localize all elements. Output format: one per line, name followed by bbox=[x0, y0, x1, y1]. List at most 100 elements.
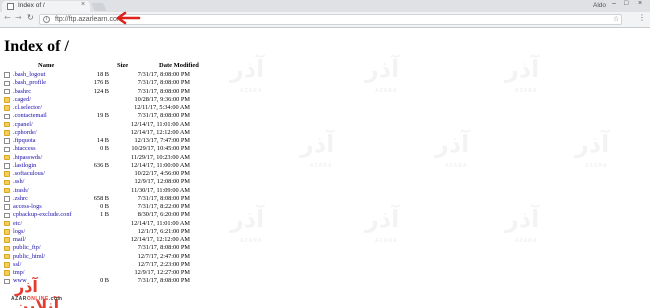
file-date: 12/1/17, 6:21:00 PM bbox=[137, 227, 190, 235]
file-size: 658 B bbox=[93, 194, 109, 202]
table-row: .caged/10/28/17, 9:36:00 PM bbox=[0, 96, 650, 104]
page-icon bbox=[7, 3, 14, 10]
table-row: .ftpquota 14 B 12/13/17, 7:47:00 PM bbox=[0, 137, 650, 145]
browser-tab[interactable]: Index of / × bbox=[2, 1, 90, 12]
file-size: 176 B bbox=[93, 79, 109, 87]
file-date: 11/29/17, 10:23:00 AM bbox=[130, 153, 190, 161]
column-header-date[interactable]: Date Modified bbox=[159, 62, 199, 69]
file-date: 7/31/17, 8:08:00 PM bbox=[137, 87, 190, 95]
file-link[interactable]: .zshrc bbox=[13, 195, 28, 203]
file-link[interactable]: public_ftp/ bbox=[13, 244, 41, 252]
folder-icon bbox=[4, 154, 10, 161]
table-row: tmp/12/9/17, 12:27:00 PM bbox=[0, 269, 650, 277]
file-link[interactable]: cpbackup-exclude.conf bbox=[13, 211, 72, 219]
minimize-icon[interactable]: – bbox=[612, 0, 616, 7]
table-row: .cl.selector/12/11/17, 5:34:00 AM bbox=[0, 104, 650, 112]
file-link[interactable]: .contactemail bbox=[13, 112, 47, 120]
file-icon bbox=[4, 88, 10, 95]
column-header-name[interactable]: Name bbox=[38, 62, 54, 69]
file-size: 18 B bbox=[96, 71, 109, 78]
file-date: 12/14/17, 12:12:00 AM bbox=[130, 236, 190, 243]
close-tab-icon[interactable]: × bbox=[81, 1, 85, 8]
file-icon bbox=[4, 196, 10, 202]
file-size: 636 B bbox=[93, 161, 109, 169]
file-link[interactable]: .bashrc bbox=[13, 88, 31, 96]
menu-icon[interactable]: ⋮ bbox=[638, 13, 646, 22]
table-row: .contactemail 19 B 7/31/17, 8:08:00 PM bbox=[0, 112, 650, 120]
file-link[interactable]: ssl/ bbox=[13, 261, 21, 269]
file-date: 12/14/17, 11:01:00 AM bbox=[130, 120, 190, 128]
file-icon bbox=[4, 113, 10, 120]
file-link[interactable]: logs/ bbox=[13, 228, 25, 236]
file-link[interactable]: .htaccess bbox=[13, 145, 36, 153]
folder-icon bbox=[4, 245, 10, 252]
folder-icon bbox=[4, 179, 10, 186]
table-row: .trash/11/30/17, 11:09:00 AM bbox=[0, 187, 650, 195]
folder-icon bbox=[4, 187, 10, 194]
file-date: 12/13/17, 7:47:00 PM bbox=[134, 137, 190, 144]
file-link[interactable]: .cphorde/ bbox=[13, 129, 37, 137]
table-row: www 0 B 7/31/17, 8:08:00 PM bbox=[0, 277, 650, 285]
table-row: public_html/12/7/17, 2:47:00 PM bbox=[0, 253, 650, 261]
file-icon bbox=[4, 138, 10, 144]
file-size: 19 B bbox=[96, 112, 109, 120]
file-icon bbox=[4, 80, 10, 87]
new-tab-button[interactable] bbox=[91, 3, 107, 11]
file-link[interactable]: .htpasswds/ bbox=[13, 154, 42, 162]
folder-icon bbox=[4, 171, 10, 177]
file-link[interactable]: .ssh/ bbox=[13, 178, 24, 186]
bookmark-star-icon[interactable]: ☆ bbox=[613, 15, 619, 23]
table-row: .cpanel/12/14/17, 11:01:00 AM bbox=[0, 121, 650, 129]
file-date: 11/30/17, 11:09:00 AM bbox=[131, 186, 190, 194]
file-link[interactable]: .cl.selector/ bbox=[13, 104, 42, 112]
table-row: mail/12/14/17, 12:12:00 AM bbox=[0, 236, 650, 244]
file-size: 0 B bbox=[100, 145, 109, 153]
file-link[interactable]: etc/ bbox=[13, 220, 22, 228]
file-date: 7/31/17, 8:22:00 PM bbox=[137, 203, 190, 210]
table-row: logs/12/1/17, 6:21:00 PM bbox=[0, 228, 650, 236]
file-link[interactable]: .trash/ bbox=[13, 187, 29, 195]
file-date: 12/7/17, 2:23:00 PM bbox=[137, 260, 190, 268]
logo-sub-b: ONLINE bbox=[26, 296, 49, 302]
file-date: 12/14/17, 12:12:00 AM bbox=[130, 128, 190, 136]
column-header-size[interactable]: Size bbox=[117, 62, 128, 69]
file-link[interactable]: mail/ bbox=[13, 236, 26, 244]
profile-name[interactable]: Aldo bbox=[593, 2, 606, 9]
file-date: 7/31/17, 8:08:00 PM bbox=[137, 194, 190, 202]
file-link[interactable]: public_html/ bbox=[13, 253, 45, 261]
file-date: 12/9/17, 12:27:00 PM bbox=[134, 269, 190, 276]
table-row: cpbackup-exclude.conf 1 B 8/30/17, 6:20:00… bbox=[0, 211, 650, 219]
page-title: Index of / bbox=[4, 38, 69, 55]
url-text[interactable]: ftp://ftp.azarlearn.com bbox=[55, 15, 123, 24]
file-date: 10/28/17, 9:36:00 PM bbox=[134, 95, 190, 103]
file-link[interactable]: access-logs bbox=[13, 203, 42, 211]
file-date: 7/31/17, 8:08:00 PM bbox=[137, 79, 190, 87]
table-row: .softaculous/10/22/17, 4:56:00 PM bbox=[0, 170, 650, 178]
file-date: 7/31/17, 8:08:00 PM bbox=[137, 277, 190, 285]
info-icon[interactable]: i bbox=[43, 16, 50, 23]
file-link[interactable]: .ftpquota bbox=[13, 137, 36, 145]
back-arrow-icon[interactable]: ← bbox=[4, 13, 11, 22]
file-link[interactable]: .softaculous/ bbox=[13, 170, 45, 178]
file-link[interactable]: .bash_profile bbox=[13, 79, 46, 87]
folder-icon bbox=[4, 229, 10, 235]
file-date: 8/30/17, 6:20:00 PM bbox=[137, 211, 190, 219]
table-row: .bash_logout 18 B 7/31/17, 8:08:00 PM bbox=[0, 71, 650, 79]
folder-icon bbox=[4, 130, 10, 136]
folder-icon bbox=[4, 105, 10, 111]
file-date: 12/14/17, 11:01:00 AM bbox=[130, 219, 190, 227]
file-size: 14 B bbox=[96, 137, 109, 144]
table-row: .htpasswds/11/29/17, 10:23:00 AM bbox=[0, 154, 650, 162]
folder-icon bbox=[4, 121, 10, 128]
close-window-icon[interactable]: × bbox=[638, 0, 642, 7]
forward-arrow-icon[interactable]: → bbox=[15, 13, 22, 22]
file-link[interactable]: tmp/ bbox=[13, 269, 25, 277]
reload-icon[interactable]: ↻ bbox=[27, 13, 34, 22]
maximize-icon[interactable]: □ bbox=[624, 0, 628, 7]
file-link[interactable]: .lastlogin bbox=[13, 162, 36, 170]
logo-sub-c: .com bbox=[48, 296, 63, 302]
file-link[interactable]: .cpanel/ bbox=[13, 121, 33, 129]
folder-icon bbox=[4, 220, 10, 227]
file-link[interactable]: .caged/ bbox=[13, 96, 31, 104]
file-link[interactable]: .bash_logout bbox=[13, 71, 45, 79]
